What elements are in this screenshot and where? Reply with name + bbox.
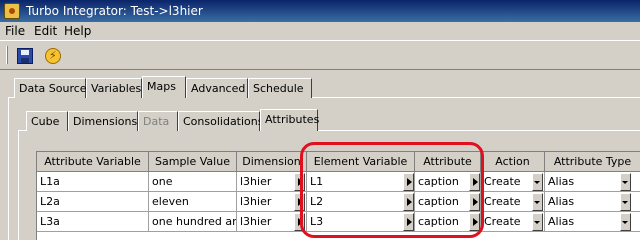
attributes-grid: Attribute Variable Sample Value Dimensio… — [36, 151, 640, 240]
tab-schedule[interactable]: Schedule — [248, 78, 312, 98]
turbo-integrator-icon — [4, 3, 20, 19]
action-dropdown-icon[interactable] — [532, 193, 543, 211]
toolbar — [0, 40, 640, 70]
execute-button[interactable] — [42, 45, 64, 67]
column-header-dimension[interactable]: Dimension — [237, 152, 307, 172]
column-header-action[interactable]: Action — [481, 152, 545, 172]
dimension-picker-arrow-icon[interactable] — [294, 213, 305, 231]
execute-icon — [45, 48, 61, 64]
table-row-cell-sample-value[interactable]: one hundred and — [149, 212, 237, 232]
menu-bar: File Edit Help — [0, 22, 640, 40]
attribute-type-dropdown-icon[interactable] — [620, 213, 631, 231]
attribute-type-dropdown-icon[interactable] — [620, 193, 631, 211]
tab-variables[interactable]: Variables — [86, 78, 142, 98]
table-row-cell-sample-value[interactable]: one — [149, 172, 237, 192]
tab-maps[interactable]: Maps — [142, 76, 186, 98]
element-variable-picker-arrow-icon[interactable] — [403, 173, 414, 191]
attribute-picker-arrow-icon[interactable] — [469, 213, 480, 231]
menu-edit[interactable]: Edit — [34, 24, 57, 38]
tab-advanced[interactable]: Advanced — [186, 78, 248, 98]
table-row-cell-attribute-variable[interactable]: L2a — [37, 192, 149, 212]
table-row-cell-element-variable[interactable]: L3 — [307, 212, 415, 232]
tab-data: Data — [138, 111, 178, 131]
attribute-type-dropdown-icon[interactable] — [620, 173, 631, 191]
menu-file[interactable]: File — [5, 24, 25, 38]
table-row-cell-attribute-variable[interactable]: L1a — [37, 172, 149, 192]
sub-tab-strip: Cube Dimensions Data Consolidations Attr… — [26, 109, 426, 131]
tab-dimensions[interactable]: Dimensions — [68, 111, 138, 131]
table-row-cell-attribute-variable[interactable]: L3a — [37, 212, 149, 232]
column-header-element-variable[interactable]: Element Variable — [307, 152, 415, 172]
tab-data-source[interactable]: Data Source — [14, 78, 87, 98]
element-variable-picker-arrow-icon[interactable] — [403, 213, 414, 231]
table-row-cell-element-variable[interactable]: L1 — [307, 172, 415, 192]
title-bar: Turbo Integrator: Test->l3hier — [0, 0, 640, 22]
dimension-picker-arrow-icon[interactable] — [294, 173, 305, 191]
column-header-sample-value[interactable]: Sample Value — [149, 152, 237, 172]
menu-help[interactable]: Help — [64, 24, 91, 38]
table-row-cell-sample-value[interactable]: eleven — [149, 192, 237, 212]
action-dropdown-icon[interactable] — [532, 173, 543, 191]
attribute-picker-arrow-icon[interactable] — [469, 173, 480, 191]
save-icon — [17, 48, 33, 64]
element-variable-picker-arrow-icon[interactable] — [403, 193, 414, 211]
main-tab-strip: Data Source Variables Maps Advanced Sche… — [14, 76, 634, 98]
table-row-cell-element-variable[interactable]: L2 — [307, 192, 415, 212]
tab-cube[interactable]: Cube — [26, 111, 68, 131]
attribute-picker-arrow-icon[interactable] — [469, 193, 480, 211]
column-header-attribute[interactable]: Attribute — [415, 152, 481, 172]
toolbar-grip[interactable] — [6, 46, 8, 64]
tab-attributes[interactable]: Attributes — [260, 109, 319, 131]
column-header-attribute-type[interactable]: Attribute Type — [545, 152, 640, 172]
action-dropdown-icon[interactable] — [532, 213, 543, 231]
window-title: Turbo Integrator: Test->l3hier — [26, 4, 203, 18]
save-button[interactable] — [14, 45, 36, 67]
dimension-picker-arrow-icon[interactable] — [294, 193, 305, 211]
tab-consolidations[interactable]: Consolidations — [178, 111, 263, 131]
column-header-attribute-variable[interactable]: Attribute Variable — [37, 152, 149, 172]
